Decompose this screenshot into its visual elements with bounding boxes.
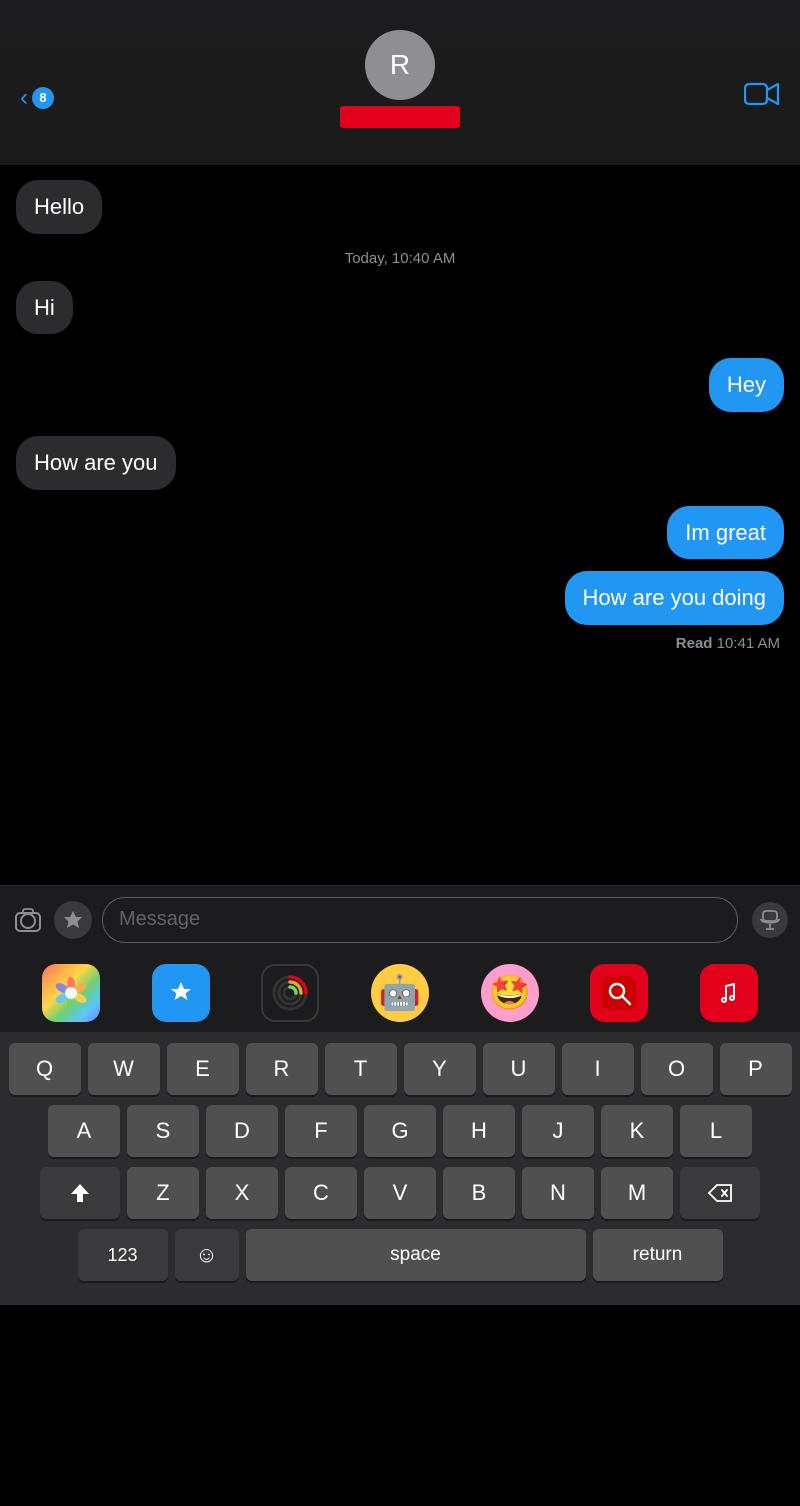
keyboard-row-4: 123 ☺ space return	[4, 1229, 796, 1281]
key-r[interactable]: R	[246, 1043, 318, 1095]
space-key[interactable]: space	[246, 1229, 586, 1281]
key-l[interactable]: L	[680, 1105, 752, 1157]
keyboard-row-3: Z X C V B N M	[4, 1167, 796, 1219]
emoji-key[interactable]: ☺	[175, 1229, 239, 1281]
bubble-sent: Im great	[667, 506, 784, 560]
contact-info[interactable]: R	[340, 30, 460, 128]
audio-button[interactable]	[752, 902, 788, 938]
photos-app-icon[interactable]	[42, 964, 100, 1022]
bubble-received: How are you	[16, 436, 176, 490]
key-i[interactable]: I	[562, 1043, 634, 1095]
message-row: Hi	[16, 281, 784, 335]
app-tray: 🤖 🤩	[0, 953, 800, 1033]
key-j[interactable]: J	[522, 1105, 594, 1157]
bubble-sent: How are you doing	[565, 571, 784, 625]
num-key[interactable]: 123	[78, 1229, 168, 1281]
message-row: How are you doing	[16, 571, 784, 625]
input-area: Message	[0, 885, 800, 953]
delete-key[interactable]	[680, 1167, 760, 1219]
chat-area: Hello Today, 10:40 AM Hi Hey How are you…	[0, 165, 800, 885]
key-c[interactable]: C	[285, 1167, 357, 1219]
key-n[interactable]: N	[522, 1167, 594, 1219]
key-m[interactable]: M	[601, 1167, 673, 1219]
message-input[interactable]: Message	[102, 897, 738, 943]
message-placeholder: Message	[119, 908, 200, 931]
keyboard: Q W E R T Y U I O P A S D F G H J K L Z …	[0, 1033, 800, 1305]
avatar: R	[365, 30, 435, 100]
message-row: Hey	[16, 358, 784, 412]
key-q[interactable]: Q	[9, 1043, 81, 1095]
key-f[interactable]: F	[285, 1105, 357, 1157]
timestamp: Today, 10:40 AM	[16, 250, 784, 267]
search-tray-icon[interactable]	[590, 964, 648, 1022]
key-w[interactable]: W	[88, 1043, 160, 1095]
message-row: Im great	[16, 506, 784, 560]
key-p[interactable]: P	[720, 1043, 792, 1095]
message-row: Hello	[16, 180, 784, 234]
memoji1-tray-icon[interactable]: 🤖	[371, 964, 429, 1022]
camera-button[interactable]	[12, 906, 44, 934]
key-e[interactable]: E	[167, 1043, 239, 1095]
key-o[interactable]: O	[641, 1043, 713, 1095]
keyboard-row-1: Q W E R T Y U I O P	[4, 1043, 796, 1095]
key-x[interactable]: X	[206, 1167, 278, 1219]
bubble-received: Hi	[16, 281, 73, 335]
key-s[interactable]: S	[127, 1105, 199, 1157]
key-k[interactable]: K	[601, 1105, 673, 1157]
appstore-tray-icon[interactable]	[152, 964, 210, 1022]
back-badge: 8	[32, 87, 54, 109]
back-button[interactable]: ‹ 8	[20, 86, 54, 110]
key-h[interactable]: H	[443, 1105, 515, 1157]
back-chevron-icon: ‹	[20, 86, 28, 110]
return-key[interactable]: return	[593, 1229, 723, 1281]
header: ‹ 8 R	[0, 0, 800, 165]
key-u[interactable]: U	[483, 1043, 555, 1095]
keyboard-row-2: A S D F G H J K L	[4, 1105, 796, 1157]
music-tray-icon[interactable]	[700, 964, 758, 1022]
bubble-received: Hello	[16, 180, 102, 234]
key-g[interactable]: G	[364, 1105, 436, 1157]
shift-key[interactable]	[40, 1167, 120, 1219]
appstore-button[interactable]	[54, 901, 92, 939]
key-z[interactable]: Z	[127, 1167, 199, 1219]
bubble-sent: Hey	[709, 358, 784, 412]
key-t[interactable]: T	[325, 1043, 397, 1095]
memoji2-tray-icon[interactable]: 🤩	[481, 964, 539, 1022]
key-b[interactable]: B	[443, 1167, 515, 1219]
key-y[interactable]: Y	[404, 1043, 476, 1095]
video-call-button[interactable]	[744, 80, 780, 115]
message-row: How are you	[16, 436, 784, 490]
key-v[interactable]: V	[364, 1167, 436, 1219]
key-d[interactable]: D	[206, 1105, 278, 1157]
contact-name-bar	[340, 106, 460, 128]
fitness-tray-icon[interactable]	[261, 964, 319, 1022]
read-receipt: Read 10:41 AM	[16, 635, 784, 652]
key-a[interactable]: A	[48, 1105, 120, 1157]
